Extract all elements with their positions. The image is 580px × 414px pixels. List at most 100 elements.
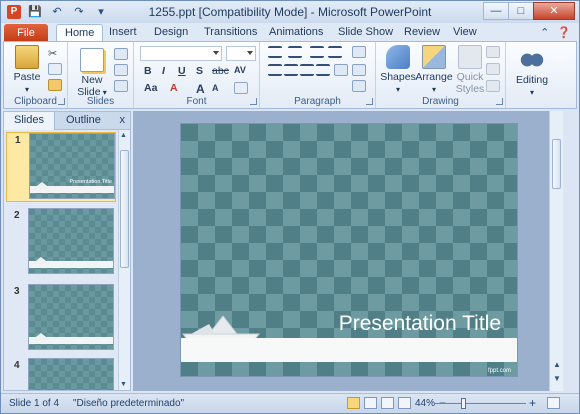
tab-outline[interactable]: Outline <box>66 114 101 126</box>
cut-icon[interactable]: ✂ <box>48 47 62 60</box>
slides-pane-scrollbar[interactable]: ▲ ▼ <box>118 130 130 390</box>
bold-button[interactable]: B <box>144 65 152 77</box>
clipboard-launcher-icon[interactable] <box>58 98 65 105</box>
previous-slide-icon[interactable]: ▲ <box>553 360 561 369</box>
tab-design[interactable]: Design <box>154 26 188 38</box>
thumbnail-image <box>28 358 114 390</box>
font-name-combo[interactable] <box>140 46 222 61</box>
zoom-level[interactable]: 44% <box>415 398 435 409</box>
align-left-icon[interactable] <box>268 64 282 76</box>
zoom-in-button[interactable]: + <box>529 396 536 410</box>
reading-view-icon[interactable] <box>381 397 394 409</box>
thumbnail-image: Presentation Title <box>29 133 115 199</box>
close-pane-icon[interactable]: x <box>120 114 126 126</box>
paragraph-launcher-icon[interactable] <box>366 98 373 105</box>
case-button[interactable]: Aa <box>144 82 157 94</box>
format-painter-icon[interactable] <box>48 79 62 91</box>
copy-icon[interactable] <box>48 63 62 75</box>
decrease-indent-icon[interactable] <box>310 46 324 58</box>
slide-show-view-icon[interactable] <box>398 397 411 409</box>
editor-scrollbar[interactable]: ▲ ▼ <box>549 111 563 391</box>
new-slide-icon <box>80 48 104 72</box>
fit-to-window-icon[interactable] <box>547 397 560 409</box>
clear-formatting-icon[interactable] <box>234 82 248 94</box>
align-text-icon[interactable] <box>352 80 366 92</box>
quick-styles-icon <box>458 45 482 69</box>
zoom-slider[interactable] <box>434 403 526 404</box>
slide-thumbnail-4[interactable]: 4 <box>6 358 116 390</box>
next-slide-icon[interactable]: ▼ <box>553 374 561 383</box>
text-direction-icon[interactable] <box>352 64 366 76</box>
arrange-button[interactable]: Arrange ▾ <box>414 45 454 95</box>
maximize-button[interactable]: □ <box>508 2 534 20</box>
scrollbar-thumb[interactable] <box>120 150 129 268</box>
reset-icon[interactable] <box>114 64 128 76</box>
paper-boat-icon <box>32 257 50 264</box>
tab-review[interactable]: Review <box>404 26 440 38</box>
layout-icon[interactable] <box>114 48 128 60</box>
character-spacing-button[interactable]: AV <box>234 65 246 75</box>
editing-button[interactable]: Editing ▾ <box>512 48 552 98</box>
drawing-launcher-icon[interactable] <box>496 98 503 105</box>
tab-insert[interactable]: Insert <box>109 26 137 38</box>
theme-name: "Diseño predeterminado" <box>73 398 185 409</box>
scroll-down-icon[interactable]: ▼ <box>120 381 127 388</box>
close-button[interactable]: ✕ <box>533 2 575 20</box>
ribbon-tabs: File Home Insert Design Transitions Anim… <box>1 23 579 43</box>
minimize-ribbon-icon[interactable]: ⌃ <box>540 26 549 39</box>
align-right-icon[interactable] <box>300 64 314 76</box>
powerpoint-window: P 💾 ↶ ↷ ▾ 1255.ppt [Compatibility Mode] … <box>0 0 580 414</box>
justify-icon[interactable] <box>316 64 330 76</box>
help-icon[interactable]: ❓ <box>557 26 571 39</box>
tab-slides[interactable]: Slides <box>4 112 55 130</box>
line-spacing-icon[interactable] <box>352 46 366 58</box>
section-icon[interactable] <box>114 80 128 92</box>
shape-effects-icon[interactable] <box>486 80 500 92</box>
italic-button[interactable]: I <box>162 65 165 77</box>
paragraph-label: Paragraph <box>294 96 341 107</box>
increase-indent-icon[interactable] <box>328 46 342 58</box>
slide-thumbnail-1[interactable]: 1 Presentation Title <box>6 132 116 202</box>
font-size-combo[interactable] <box>226 46 256 61</box>
align-center-icon[interactable] <box>284 64 298 76</box>
tab-slide-show[interactable]: Slide Show <box>338 26 393 38</box>
slide-sorter-view-icon[interactable] <box>364 397 377 409</box>
font-launcher-icon[interactable] <box>250 98 257 105</box>
zoom-slider-thumb[interactable] <box>461 398 466 409</box>
slide-thumbnail-2[interactable]: 2 <box>6 208 116 278</box>
shape-fill-icon[interactable] <box>486 46 500 58</box>
font-label: Font <box>186 96 207 107</box>
numbering-icon[interactable] <box>288 46 302 58</box>
current-slide[interactable]: Presentation Title fppt.com <box>180 123 518 377</box>
normal-view-icon[interactable] <box>347 397 360 409</box>
arrange-icon <box>422 45 446 69</box>
tab-file[interactable]: File <box>4 24 48 42</box>
bullets-icon[interactable] <box>268 46 282 58</box>
shape-outline-icon[interactable] <box>486 63 500 75</box>
slide-number: 1 <box>15 135 21 146</box>
title-bar: P 💾 ↶ ↷ ▾ 1255.ppt [Compatibility Mode] … <box>1 1 579 23</box>
paste-button[interactable]: Paste ▾ <box>7 45 47 95</box>
slide-title[interactable]: Presentation Title <box>339 312 501 336</box>
slide-number: 2 <box>14 210 20 221</box>
tab-view[interactable]: View <box>453 26 477 38</box>
tab-animations[interactable]: Animations <box>269 26 323 38</box>
thumbnail-image <box>28 284 114 350</box>
tab-transitions[interactable]: Transitions <box>204 26 257 38</box>
shadow-button[interactable]: S <box>196 65 203 77</box>
quick-styles-button[interactable]: Quick Styles <box>450 45 490 95</box>
slide-thumbnail-3[interactable]: 3 <box>6 284 116 354</box>
new-slide-button[interactable]: New Slide ▾ <box>72 48 112 98</box>
minimize-button[interactable]: — <box>483 2 509 20</box>
scroll-up-icon[interactable]: ▲ <box>120 132 127 139</box>
shrink-font-button[interactable]: A <box>212 83 219 93</box>
status-bar: Slide 1 of 4 "Diseño predeterminado" 44%… <box>1 393 579 413</box>
shapes-button[interactable]: Shapes ▾ <box>378 45 418 95</box>
grow-font-button[interactable]: A <box>196 82 205 96</box>
columns-icon[interactable] <box>334 64 348 76</box>
pane-tabs: Slides Outline x <box>4 112 130 130</box>
scrollbar-thumb[interactable] <box>552 139 561 189</box>
underline-button[interactable]: U <box>178 65 186 77</box>
strikethrough-button[interactable]: abc <box>212 65 229 77</box>
font-color-button[interactable]: A <box>170 82 178 94</box>
